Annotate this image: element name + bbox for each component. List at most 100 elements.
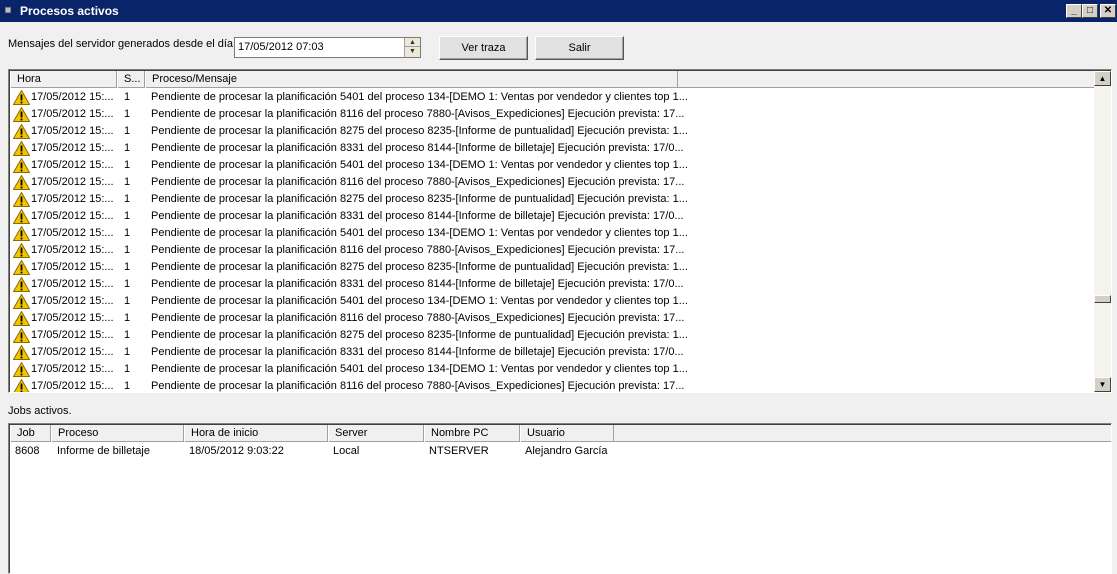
message-hora: 17/05/2012 15:...: [31, 142, 114, 154]
message-status: 1: [124, 329, 131, 341]
close-icon: ✕: [1103, 5, 1113, 16]
date-spinner[interactable]: ▲ ▼: [404, 38, 420, 57]
message-row[interactable]: 17/05/2012 15:... 1 Pendiente de procesar …: [10, 293, 1111, 310]
message-row[interactable]: 17/05/2012 15:... 1 Pendiente de procesar …: [10, 242, 1111, 259]
jobs-section-label: Jobs activos.: [8, 405, 72, 417]
message-hora: 17/05/2012 15:...: [31, 108, 114, 120]
column-header-proceso[interactable]: Proceso: [51, 425, 184, 442]
message-status: 1: [124, 176, 131, 188]
close-button[interactable]: ✕: [1100, 4, 1116, 18]
message-row[interactable]: 17/05/2012 15:... 1 Pendiente de procesar …: [10, 225, 1111, 242]
column-header-hora-inicio[interactable]: Hora de inicio: [184, 425, 328, 442]
message-text: Pendiente de procesar la planificación 8…: [151, 380, 685, 392]
jobs-grid[interactable]: Job Proceso Hora de inicio Server Nombre…: [8, 423, 1112, 574]
column-header-status[interactable]: S...: [117, 71, 145, 88]
messages-scrollbar[interactable]: ▲ ▼: [1094, 71, 1111, 392]
column-header-nombre-pc[interactable]: Nombre PC: [424, 425, 520, 442]
message-text: Pendiente de procesar la planificación 8…: [151, 278, 684, 290]
message-hora: 17/05/2012 15:...: [31, 295, 114, 307]
job-hora-inicio: 18/05/2012 9:03:22: [189, 445, 284, 457]
message-row[interactable]: 17/05/2012 15:... 1 Pendiente de procesar …: [10, 208, 1111, 225]
message-text: Pendiente de procesar la planificación 8…: [151, 329, 688, 341]
warning-icon: [12, 106, 31, 122]
column-header-server[interactable]: Server: [328, 425, 424, 442]
window-title: Procesos activos: [20, 4, 119, 18]
title-bar[interactable]: Procesos activos _ □ ✕: [0, 0, 1117, 22]
message-text: Pendiente de procesar la planificación 5…: [151, 295, 688, 307]
message-status: 1: [124, 346, 131, 358]
message-hora: 17/05/2012 15:...: [31, 244, 114, 256]
message-row[interactable]: 17/05/2012 15:... 1 Pendiente de procesar …: [10, 378, 1111, 392]
message-status: 1: [124, 312, 131, 324]
message-row[interactable]: 17/05/2012 15:... 1 Pendiente de procesar …: [10, 140, 1111, 157]
job-proceso: Informe de billetaje: [57, 445, 150, 457]
message-row[interactable]: 17/05/2012 15:... 1 Pendiente de procesar …: [10, 344, 1111, 361]
exit-button[interactable]: Salir: [535, 36, 624, 60]
message-row[interactable]: 17/05/2012 15:... 1 Pendiente de procesar …: [10, 89, 1111, 106]
column-header-mensaje[interactable]: Proceso/Mensaje: [145, 71, 678, 88]
message-text: Pendiente de procesar la planificación 5…: [151, 159, 688, 171]
date-time-picker[interactable]: 17/05/2012 07:03 ▲ ▼: [234, 37, 421, 58]
message-hora: 17/05/2012 15:...: [31, 176, 114, 188]
warning-icon: [12, 123, 31, 139]
message-status: 1: [124, 227, 131, 239]
minimize-button[interactable]: _: [1066, 4, 1082, 18]
minimize-icon: _: [1071, 5, 1077, 16]
message-text: Pendiente de procesar la planificación 8…: [151, 261, 688, 273]
messages-grid[interactable]: Hora S... Proceso/Mensaje 17/05/2012 15:…: [8, 69, 1112, 393]
message-hora: 17/05/2012 15:...: [31, 329, 114, 341]
message-row[interactable]: 17/05/2012 15:... 1 Pendiente de procesar …: [10, 191, 1111, 208]
message-row[interactable]: 17/05/2012 15:... 1 Pendiente de procesar …: [10, 157, 1111, 174]
maximize-button[interactable]: □: [1082, 4, 1098, 18]
message-hora: 17/05/2012 15:...: [31, 125, 114, 137]
message-text: Pendiente de procesar la planificación 8…: [151, 210, 684, 222]
column-header-job[interactable]: Job: [10, 425, 51, 442]
scroll-down-button[interactable]: ▼: [1094, 377, 1111, 392]
message-row[interactable]: 17/05/2012 15:... 1 Pendiente de procesar …: [10, 123, 1111, 140]
message-hora: 17/05/2012 15:...: [31, 261, 114, 273]
messages-grid-header: Hora S... Proceso/Mensaje: [10, 71, 1111, 88]
message-row[interactable]: 17/05/2012 15:... 1 Pendiente de procesar …: [10, 259, 1111, 276]
message-row[interactable]: 17/05/2012 15:... 1 Pendiente de procesar …: [10, 106, 1111, 123]
view-trace-button[interactable]: Ver traza: [439, 36, 528, 60]
warning-icon: [12, 259, 31, 275]
jobs-grid-header: Job Proceso Hora de inicio Server Nombre…: [10, 425, 1111, 442]
message-text: Pendiente de procesar la planificación 8…: [151, 312, 685, 324]
message-status: 1: [124, 210, 131, 222]
scroll-thumb[interactable]: [1094, 295, 1111, 303]
maximize-icon: □: [1086, 5, 1094, 16]
warning-icon: [12, 361, 31, 377]
message-status: 1: [124, 261, 131, 273]
job-row[interactable]: 8608 Informe de billetaje 18/05/2012 9:03:…: [10, 443, 1111, 460]
message-status: 1: [124, 295, 131, 307]
message-status: 1: [124, 244, 131, 256]
message-hora: 17/05/2012 15:...: [31, 346, 114, 358]
message-hora: 17/05/2012 15:...: [31, 312, 114, 324]
message-row[interactable]: 17/05/2012 15:... 1 Pendiente de procesar …: [10, 310, 1111, 327]
warning-icon: [12, 89, 31, 105]
message-text: Pendiente de procesar la planificación 8…: [151, 193, 688, 205]
message-text: Pendiente de procesar la planificación 5…: [151, 227, 688, 239]
message-text: Pendiente de procesar la planificación 8…: [151, 346, 684, 358]
message-status: 1: [124, 125, 131, 137]
jobs-rows: 8608 Informe de billetaje 18/05/2012 9:03:…: [10, 443, 1111, 460]
column-header-hora[interactable]: Hora: [10, 71, 117, 88]
spin-up-icon[interactable]: ▲: [405, 38, 420, 47]
column-header-usuario[interactable]: Usuario: [520, 425, 614, 442]
message-row[interactable]: 17/05/2012 15:... 1 Pendiente de procesar …: [10, 174, 1111, 191]
message-status: 1: [124, 142, 131, 154]
spin-down-icon[interactable]: ▼: [405, 47, 420, 56]
window-menu-icon[interactable]: [5, 7, 11, 13]
message-row[interactable]: 17/05/2012 15:... 1 Pendiente de procesar …: [10, 327, 1111, 344]
message-row[interactable]: 17/05/2012 15:... 1 Pendiente de procesar …: [10, 276, 1111, 293]
message-status: 1: [124, 278, 131, 290]
scroll-up-button[interactable]: ▲: [1094, 71, 1111, 86]
message-hora: 17/05/2012 15:...: [31, 159, 114, 171]
message-status: 1: [124, 159, 131, 171]
date-time-value[interactable]: 17/05/2012 07:03: [238, 41, 324, 53]
job-nombre-pc: NTSERVER: [429, 445, 489, 457]
message-hora: 17/05/2012 15:...: [31, 278, 114, 290]
message-row[interactable]: 17/05/2012 15:... 1 Pendiente de procesar …: [10, 361, 1111, 378]
message-text: Pendiente de procesar la planificación 8…: [151, 108, 685, 120]
warning-icon: [12, 174, 31, 190]
